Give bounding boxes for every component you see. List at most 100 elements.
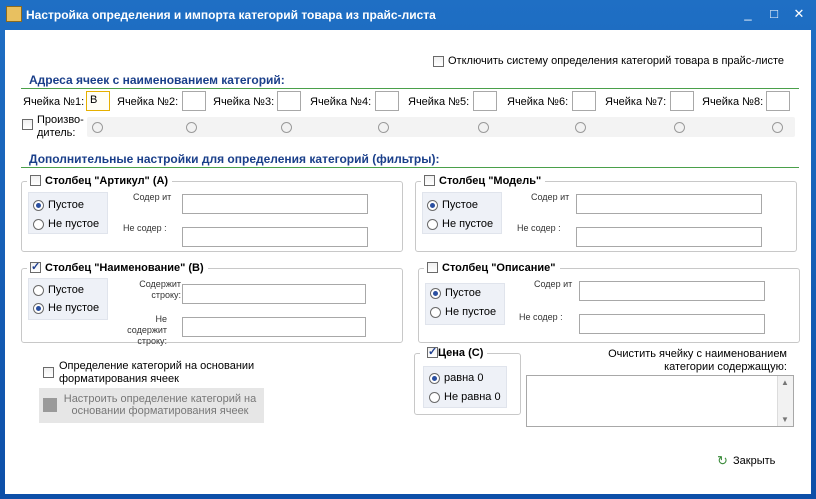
formatting-settings-button[interactable]: Настроить определение категорий на основ… (39, 388, 264, 423)
app-icon (6, 6, 22, 22)
clear-cell-textarea[interactable]: ▲ ▼ (526, 375, 794, 427)
addresses-divider (21, 88, 799, 89)
manufacturer-label: Произво- дитель: (37, 114, 84, 140)
cell-3-input[interactable] (277, 91, 301, 111)
name-not-contains-label: Не содержит строку: (123, 314, 167, 347)
description-not-contains-input[interactable] (579, 314, 765, 334)
article-not-contains-input[interactable] (182, 227, 368, 247)
disable-system-checkbox[interactable] (433, 56, 444, 67)
dialog-body: Отключить систему определения категорий … (5, 30, 811, 494)
name-not-contains-line-2: содержит (127, 325, 167, 335)
disable-system-label: Отключить систему определения категорий … (448, 55, 785, 67)
scroll-up-icon[interactable]: ▲ (781, 378, 789, 387)
filters-section-title: Дополнительные настройки для определения… (29, 152, 440, 166)
cell-8-label: Ячейка №8: (702, 96, 764, 108)
name-not-empty-label: Не пустое (48, 302, 100, 314)
manufacturer-radio-1[interactable] (92, 122, 103, 133)
article-contains-input[interactable] (182, 194, 368, 214)
article-contains-label: Содер ит (133, 192, 172, 202)
cell-4-input[interactable] (375, 91, 399, 111)
price-not-zero-radio[interactable] (429, 392, 440, 403)
manufacturer-radio-6[interactable] (575, 122, 586, 133)
model-checkbox[interactable] (424, 175, 435, 186)
manufacturer-checkbox[interactable] (22, 119, 33, 130)
close-icon[interactable]: ✕ (789, 4, 809, 24)
name-not-contains-line-3: строку: (137, 336, 167, 346)
model-empty-radio[interactable] (427, 200, 438, 211)
description-group-title: Столбец "Описание" (424, 261, 560, 275)
formatting-checkbox[interactable] (43, 367, 54, 378)
description-not-empty-label: Не пустое (445, 306, 497, 318)
formatting-button-line-2: основании форматирования ячеек (71, 405, 249, 417)
scroll-down-icon[interactable]: ▼ (781, 415, 789, 424)
clear-cell-label-line-1: Очистить ячейку с наименованием (608, 348, 787, 360)
name-contains-input[interactable] (182, 284, 366, 304)
close-button[interactable]: ↻ Закрыть (717, 453, 787, 471)
formatting-label-line-1: Определение категорий на основании (59, 360, 255, 372)
name-contains-line-2: строку: (151, 290, 181, 300)
description-empty-radio[interactable] (430, 288, 441, 299)
model-group-title: Столбец "Модель" (421, 174, 546, 188)
clear-cell-label: Очистить ячейку с наименованием категори… (529, 348, 787, 374)
cell-5-label: Ячейка №5: (408, 96, 470, 108)
manufacturer-radio-3[interactable] (281, 122, 292, 133)
cell-2-input[interactable] (182, 91, 206, 111)
model-not-contains-label: Не содер : (517, 223, 561, 233)
article-not-empty-radio[interactable] (33, 219, 44, 230)
cell-5-input[interactable] (473, 91, 497, 111)
price-zero-label: равна 0 (444, 372, 484, 384)
manufacturer-label-line-1: Произво- (37, 114, 84, 126)
name-not-contains-input[interactable] (182, 317, 366, 337)
price-zero-radio[interactable] (429, 373, 440, 384)
article-checkbox[interactable] (30, 175, 41, 186)
cell-1-label: Ячейка №1: (23, 96, 85, 108)
name-contains-label: Содержит строку: (127, 279, 181, 301)
cell-6-input[interactable] (572, 91, 596, 111)
name-not-contains-line-1: Не (155, 314, 167, 324)
cell-8-input[interactable] (766, 91, 790, 111)
article-group-title: Столбец "Артикул" (А) (27, 174, 173, 188)
description-contains-label: Содер ит (534, 279, 573, 289)
title-bar: Настройка определения и импорта категори… (0, 0, 816, 30)
description-checkbox[interactable] (427, 262, 438, 273)
clear-cell-scrollbar[interactable]: ▲ ▼ (777, 376, 793, 426)
manufacturer-radio-2[interactable] (186, 122, 197, 133)
close-button-label: Закрыть (733, 455, 776, 467)
cell-4-label: Ячейка №4: (310, 96, 372, 108)
cell-3-label: Ячейка №3: (213, 96, 275, 108)
manufacturer-radio-7[interactable] (674, 122, 685, 133)
close-check-icon: ↻ (717, 453, 728, 468)
price-not-zero-label: Не равна 0 (444, 391, 501, 403)
name-not-empty-radio[interactable] (33, 303, 44, 314)
manufacturer-label-line-2: дитель: (37, 127, 76, 139)
settings-icon (43, 398, 57, 412)
model-contains-input[interactable] (576, 194, 762, 214)
manufacturer-radio-8[interactable] (772, 122, 783, 133)
maximize-icon[interactable]: □ (764, 4, 784, 24)
filters-divider (21, 167, 799, 168)
cell-1-input[interactable]: B (86, 91, 110, 111)
formatting-label: Определение категорий на основании форма… (59, 360, 254, 386)
model-not-empty-radio[interactable] (427, 219, 438, 230)
window-title: Настройка определения и импорта категори… (26, 8, 436, 22)
article-empty-radio[interactable] (33, 200, 44, 211)
formatting-button-label: Настроить определение категорий на основ… (59, 393, 261, 417)
model-contains-label: Содер ит (531, 192, 570, 202)
model-not-contains-input[interactable] (576, 227, 762, 247)
cell-7-input[interactable] (670, 91, 694, 111)
model-not-empty-label: Не пустое (442, 218, 494, 230)
clear-cell-label-line-2: категории содержащую: (664, 361, 787, 373)
name-checkbox[interactable] (30, 260, 41, 273)
description-not-contains-label: Не содер : (519, 312, 563, 322)
name-empty-radio[interactable] (33, 285, 44, 296)
description-contains-input[interactable] (579, 281, 765, 301)
minimize-icon[interactable]: _ (738, 4, 758, 24)
description-not-empty-radio[interactable] (430, 307, 441, 318)
model-empty-label: Пустое (442, 199, 478, 211)
manufacturer-radio-4[interactable] (378, 122, 389, 133)
cell-2-label: Ячейка №2: (117, 96, 179, 108)
manufacturer-radio-5[interactable] (478, 122, 489, 133)
price-checkbox[interactable] (427, 345, 438, 358)
name-group-title: Столбец "Наименование" (В) (27, 261, 208, 275)
article-empty-label: Пустое (48, 199, 84, 211)
